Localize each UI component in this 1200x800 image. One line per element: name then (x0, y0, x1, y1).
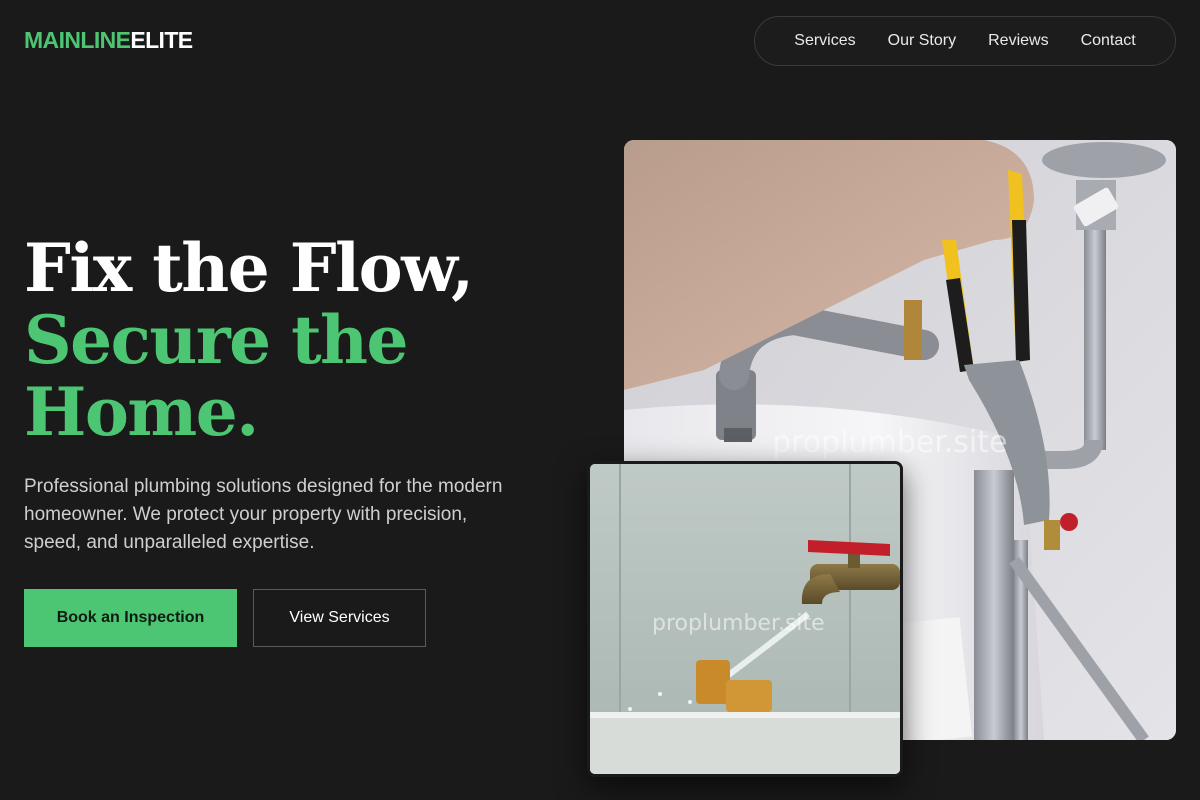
nav-link-our-story[interactable]: Our Story (888, 32, 956, 50)
hero-lead-text: Professional plumbing solutions designed… (24, 476, 503, 553)
nav-link-services[interactable]: Services (794, 32, 855, 50)
brand-logo-rest: ELITE (130, 27, 193, 53)
brand-logo-accent: MAINLINE (24, 27, 131, 53)
brand-logo[interactable]: MAINLINEELITE (24, 27, 193, 54)
hero-headline: Fix the Flow, Secure the Home. (24, 229, 474, 451)
hero-headline-line3: Home. (24, 373, 259, 451)
book-inspection-button[interactable]: Book an Inspection (24, 589, 237, 647)
main-photo-watermark: proplumber.site (772, 425, 1008, 460)
nav-link-reviews[interactable]: Reviews (988, 32, 1048, 50)
main-nav: Services Our Story Reviews Contact (754, 16, 1176, 66)
view-services-button[interactable]: View Services (253, 589, 426, 647)
running-faucet-photo: proplumber.site (587, 461, 903, 777)
hero-headline-line1: Fix the Flow, (24, 229, 474, 307)
hero-headline-line2: Secure the (24, 301, 409, 379)
small-photo-watermark: proplumber.site (652, 611, 825, 636)
nav-link-contact[interactable]: Contact (1081, 32, 1136, 50)
running-faucet-illustration: proplumber.site (590, 464, 900, 774)
